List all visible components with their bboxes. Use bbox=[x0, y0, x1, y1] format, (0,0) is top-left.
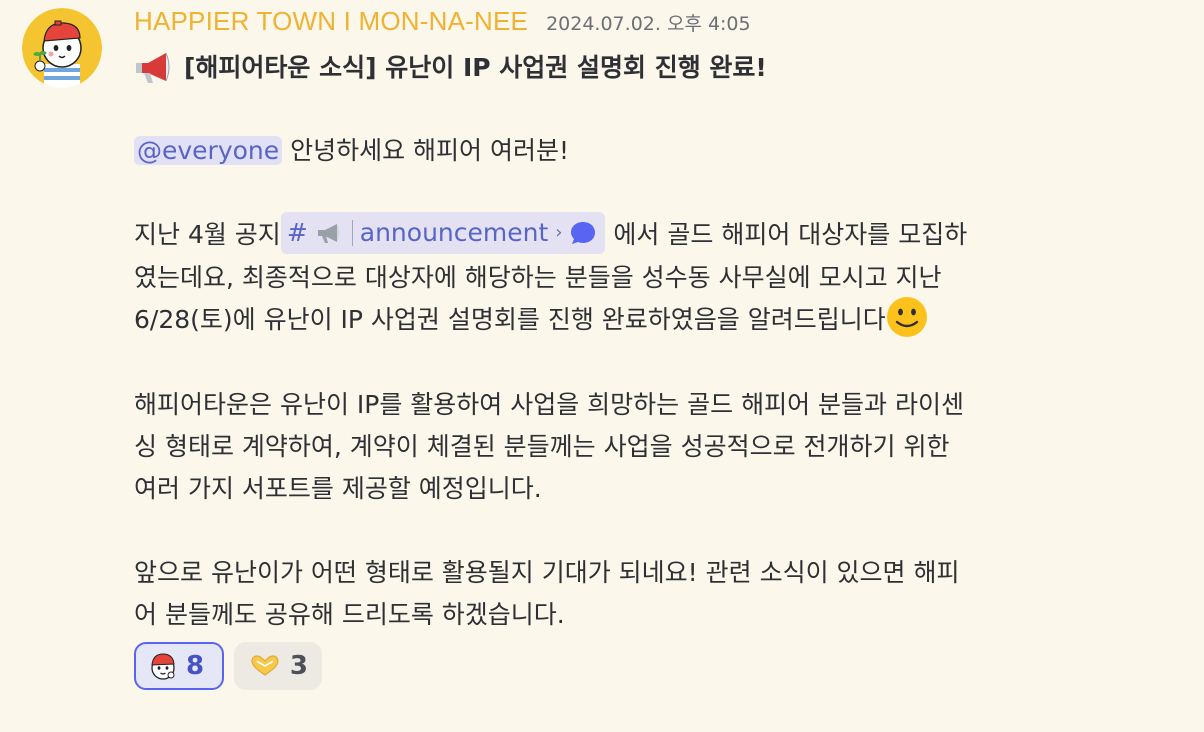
paragraph3-line1: 앞으로 유난이가 어떤 형태로 활용될지 기대가 되네요! 관련 소식이 있으면… bbox=[134, 558, 960, 587]
reactions-bar: 8 3 bbox=[134, 642, 1134, 690]
paragraph2-line3: 여러 가지 서포트를 제공할 예정입니다. bbox=[134, 474, 542, 503]
paragraph2-line2: 싱 형태로 계약하여, 계약이 체결된 분들께는 사업을 성공적으로 전개하기 … bbox=[134, 432, 950, 461]
paragraph1-prefix: 지난 4월 공지 bbox=[134, 220, 281, 249]
megaphone-icon bbox=[136, 52, 170, 83]
reaction-count: 8 bbox=[186, 651, 205, 681]
chat-bubble-icon bbox=[571, 222, 596, 244]
paragraph2-line1: 해피어타운은 유난이 IP를 활용하여 사업을 희망하는 골드 해피어 분들과 … bbox=[134, 390, 964, 419]
reaction-heart-hands[interactable]: 3 bbox=[234, 642, 322, 690]
reaction-boy-face[interactable]: 8 bbox=[134, 642, 224, 690]
paragraph1-suffix: 에서 골드 해피어 대상자를 모집하 bbox=[605, 220, 968, 249]
channel-name: announcement bbox=[359, 218, 549, 247]
boy-with-red-cap-avatar-icon bbox=[22, 8, 102, 88]
channel-link-announcement[interactable]: # announcement › bbox=[280, 212, 606, 254]
boy-face-emoji-icon bbox=[151, 653, 175, 680]
paragraph1-line2: 였는데요, 최종적으로 대상자에 해당하는 분들을 성수동 사무실에 모시고 지… bbox=[134, 263, 942, 292]
chevron-right-icon: › bbox=[555, 222, 563, 243]
slightly-smiling-face-icon bbox=[886, 297, 927, 337]
paragraph1-line1: 지난 4월 공지 # announcement › 에서 골드 해피어 대상자를… bbox=[134, 212, 1134, 257]
chat-message: HAPPIER TOWN I MON-NA-NEE 2024.07.02. 오후… bbox=[0, 0, 1204, 732]
paragraph1-line3: 6/28(토)에 유난이 IP 사업권 설명회를 진행 완료하였음을 알려드립니… bbox=[134, 297, 1134, 342]
reaction-count: 3 bbox=[289, 651, 308, 681]
megaphone-icon bbox=[317, 224, 340, 243]
greeting-text: 안녕하세요 해피어 여러분! bbox=[282, 136, 570, 165]
message-header: HAPPIER TOWN I MON-NA-NEE 2024.07.02. 오후… bbox=[134, 6, 1134, 44]
paragraph1-line3-text: 6/28(토)에 유난이 IP 사업권 설명회를 진행 완료하였음을 알려드립니… bbox=[134, 305, 886, 334]
title-text: [해피어타운 소식] 유난이 IP 사업권 설명회 진행 완료! bbox=[184, 53, 767, 82]
author-name[interactable]: HAPPIER TOWN I MON-NA-NEE bbox=[134, 6, 528, 37]
everyone-mention[interactable]: @everyone bbox=[134, 136, 283, 165]
channel-hash-icon: # bbox=[286, 218, 308, 247]
chip-separator bbox=[351, 220, 353, 246]
heart-hands-emoji-icon bbox=[251, 655, 279, 676]
user-avatar[interactable] bbox=[22, 8, 102, 88]
message-title: [해피어타운 소식] 유난이 IP 사업권 설명회 진행 완료! bbox=[134, 48, 1134, 88]
message-content: HAPPIER TOWN I MON-NA-NEE 2024.07.02. 오후… bbox=[134, 6, 1134, 690]
message-timestamp[interactable]: 2024.07.02. 오후 4:05 bbox=[546, 9, 751, 36]
paragraph3-line2: 어 분들께도 공유해 드리도록 하겠습니다. bbox=[134, 600, 565, 629]
greeting-line: @everyone 안녕하세요 해피어 여러분! bbox=[134, 130, 1134, 172]
